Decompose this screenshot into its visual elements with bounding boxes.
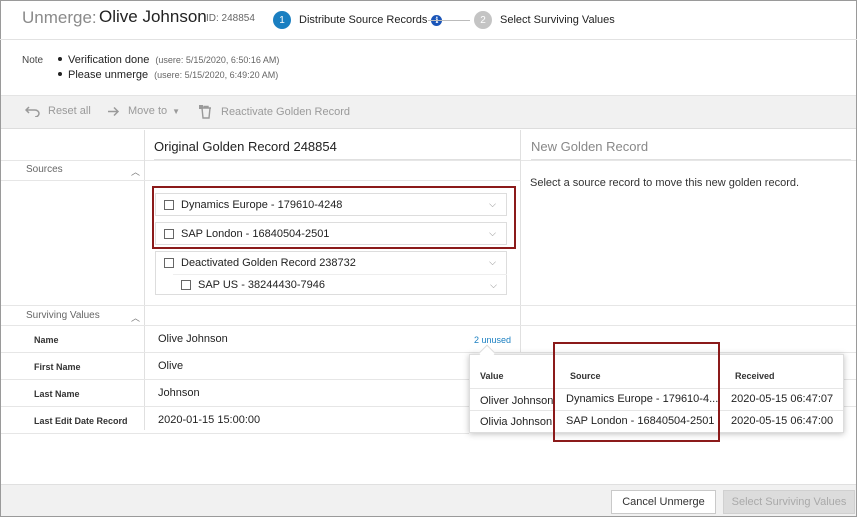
record-id: ID: 248854 — [206, 13, 255, 24]
trash-restore-icon — [199, 105, 211, 119]
new-record-header: New Golden Record — [531, 130, 851, 160]
row-label-last-edit-date: Last Edit Date Record — [34, 416, 128, 426]
divider — [1, 180, 521, 181]
step-label: Select Surviving Values — [500, 14, 615, 26]
chevron-up-icon[interactable]: ︿ — [131, 311, 140, 324]
divider — [1, 325, 856, 326]
popup-row-value: Olivia Johnson — [480, 416, 553, 428]
divider — [1, 160, 856, 161]
arrow-right-icon — [108, 106, 120, 116]
step-label: Distribute Source Records — [299, 14, 428, 26]
original-record-header: Original Golden Record 248854 — [154, 130, 520, 160]
chevron-down-icon[interactable]: ⌵ — [489, 257, 496, 268]
step-number: 1 — [273, 11, 291, 29]
toolbar: Reset all Move to ▼ Reactivate Golden Re… — [1, 95, 856, 129]
surviving-values-section-label: Surviving Values — [26, 310, 100, 321]
divider — [1, 433, 469, 434]
step-connector — [428, 20, 470, 21]
deactivated-record-label: Deactivated Golden Record 238732 — [181, 257, 356, 269]
row-value-first-name: Olive — [158, 360, 184, 372]
note-meta: (usere: 5/15/2020, 6:49:20 AM) — [154, 70, 279, 80]
sources-section-label: Sources — [26, 164, 63, 175]
reset-all-label: Reset all — [48, 105, 91, 117]
move-to-label: Move to — [128, 105, 168, 117]
popup-row-received: 2020-05-15 06:47:00 — [731, 415, 834, 427]
move-to-button[interactable]: Move to ▼ — [107, 105, 180, 117]
note-section: Note Verification done (usere: 5/15/2020… — [0, 41, 857, 95]
note-text: Please unmerge — [68, 69, 149, 81]
step-number: 2 — [474, 11, 492, 29]
popup-header-value: Value — [480, 371, 504, 381]
note-meta: (usere: 5/15/2020, 6:50:16 AM) — [155, 55, 280, 65]
source-checkbox[interactable] — [181, 279, 191, 290]
record-name: Olive Johnson — [99, 7, 207, 26]
caret-down-icon: ▼ — [172, 106, 181, 116]
footer: Cancel Unmerge Select Surviving Values — [1, 484, 856, 516]
step-select-surviving-values[interactable]: 2 Select Surviving Values — [474, 11, 615, 29]
source-label: SAP US - 38244430-7946 — [198, 278, 325, 291]
reactivate-golden-record-button[interactable]: Reactivate Golden Record — [199, 105, 350, 119]
new-record-hint: Select a source record to move this new … — [530, 177, 800, 189]
reactivate-label: Reactivate Golden Record — [221, 106, 351, 118]
column-divider — [144, 130, 145, 430]
column-divider — [520, 130, 521, 352]
popup-row-received: 2020-05-15 06:47:07 — [731, 393, 834, 405]
highlight-box — [152, 186, 516, 249]
undo-icon — [25, 105, 40, 117]
nested-source-row[interactable]: SAP US - 38244430-7946 ⌵ — [173, 274, 507, 294]
note-item: Please unmerge (usere: 5/15/2020, 6:49:2… — [58, 69, 278, 81]
deactivated-record-row[interactable]: Deactivated Golden Record 238732 ⌵ — [156, 252, 506, 274]
row-label-first-name: First Name — [34, 362, 81, 372]
row-value-last-name: Johnson — [158, 387, 200, 399]
cancel-unmerge-button[interactable]: Cancel Unmerge — [611, 490, 716, 514]
note-label: Note — [22, 55, 44, 66]
note-item: Verification done (usere: 5/15/2020, 6:5… — [58, 54, 279, 66]
row-value-last-edit-date: 2020-01-15 15:00:00 — [158, 414, 261, 426]
header: Unmerge: Olive Johnson ID: 248854 1 Dist… — [0, 0, 857, 40]
reset-all-button[interactable]: Reset all — [25, 105, 91, 117]
unmerge-label: Unmerge: — [22, 8, 97, 27]
chevron-down-icon[interactable]: ⌵ — [490, 280, 497, 291]
unused-values-link[interactable]: 2 unused — [474, 335, 511, 345]
divider — [1, 305, 856, 306]
step-distribute-source-records[interactable]: 1 Distribute Source Records i — [273, 11, 443, 29]
select-surviving-values-button[interactable]: Select Surviving Values — [723, 490, 855, 514]
highlight-box — [553, 342, 720, 442]
deactivated-record-checkbox[interactable] — [164, 258, 174, 268]
row-label-name: Name — [34, 335, 59, 345]
popup-header-received: Received — [735, 371, 775, 381]
popup-row-value: Oliver Johnson — [480, 395, 554, 407]
deactivated-record-group: Deactivated Golden Record 238732 ⌵ SAP U… — [155, 251, 507, 295]
bullet-icon — [58, 72, 62, 76]
row-label-last-name: Last Name — [34, 389, 80, 399]
note-text: Verification done — [68, 54, 150, 66]
divider — [1, 352, 856, 353]
bullet-icon — [58, 57, 62, 61]
row-value-name: Olive Johnson — [158, 333, 228, 345]
chevron-up-icon[interactable]: ︿ — [131, 165, 140, 178]
